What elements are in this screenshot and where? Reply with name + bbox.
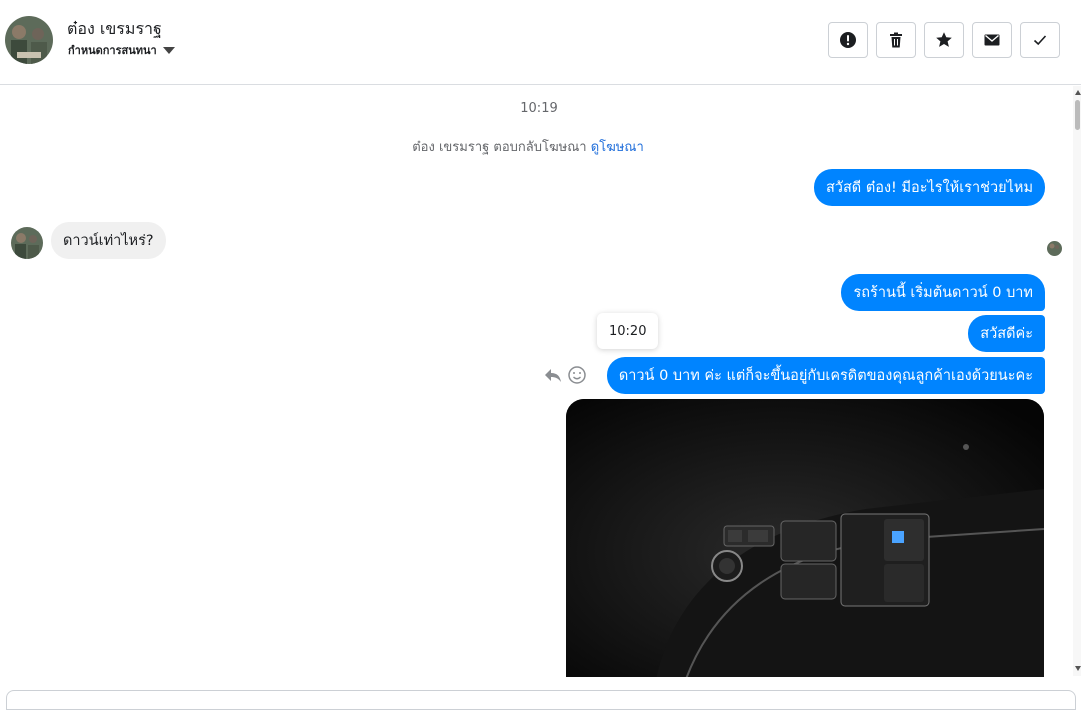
message-bubble-outgoing[interactable]: รถร้านนี้ เริ่มต้นดาวน์ 0 บาท (841, 274, 1045, 311)
trash-icon (890, 32, 902, 48)
header-actions (828, 22, 1060, 58)
star-button[interactable] (924, 22, 964, 58)
message-time-tooltip: 10:20 (597, 313, 659, 349)
message-bubble-outgoing[interactable]: สวัสดี ต๋อง! มีอะไรให้เราช่วยไหม (813, 169, 1045, 206)
envelope-icon (984, 34, 1000, 46)
label-dropdown-text: กำหนดการสนทนา (68, 44, 157, 57)
mark-done-button[interactable] (1020, 22, 1060, 58)
scroll-up-arrow[interactable] (1075, 90, 1081, 95)
ad-reply-note: ต๋อง เขรมราฐ ตอบกลับโฆษณา ดูโฆษณา (0, 136, 1056, 157)
delete-button[interactable] (876, 22, 916, 58)
chevron-down-icon (162, 47, 175, 54)
timestamp-separator: 10:19 (520, 101, 558, 116)
seen-indicator-avatar (1047, 241, 1062, 256)
conversation-header: ต๋อง เขรมราฐ กำหนดการสนทนา (0, 0, 1081, 85)
contact-avatar[interactable] (5, 16, 53, 64)
report-spam-button[interactable] (828, 22, 868, 58)
star-icon (936, 32, 952, 47)
message-bubble-outgoing[interactable]: ดาวน์ 0 บาท ค่ะ แต่ก็จะขึ้นอยู่กับเครดิต… (606, 357, 1045, 394)
view-ad-link[interactable]: ดูโฆษณา (591, 140, 644, 155)
ad-reply-text: ต๋อง เขรมราฐ ตอบกลับโฆษณา (412, 140, 587, 155)
message-input[interactable] (6, 690, 1076, 710)
exclamation-icon (840, 32, 856, 48)
emoji-reaction-icon[interactable] (567, 365, 587, 385)
scroll-down-arrow[interactable] (1075, 666, 1081, 671)
message-bubble-incoming[interactable]: ดาวน์เท่าไหร่? (51, 222, 166, 259)
contact-name[interactable]: ต๋อง เขรมราฐ (67, 17, 162, 42)
contact-avatar-small[interactable] (11, 227, 43, 259)
scrollbar-track[interactable] (1073, 86, 1081, 676)
reply-icon[interactable] (543, 365, 563, 385)
message-photo-attachment[interactable] (566, 399, 1044, 679)
checkmark-icon (1033, 35, 1047, 46)
conversation-label-dropdown[interactable]: กำหนดการสนทนา (68, 41, 175, 59)
message-bubble-outgoing[interactable]: สวัสดีค่ะ (968, 315, 1045, 352)
mark-unread-button[interactable] (972, 22, 1012, 58)
